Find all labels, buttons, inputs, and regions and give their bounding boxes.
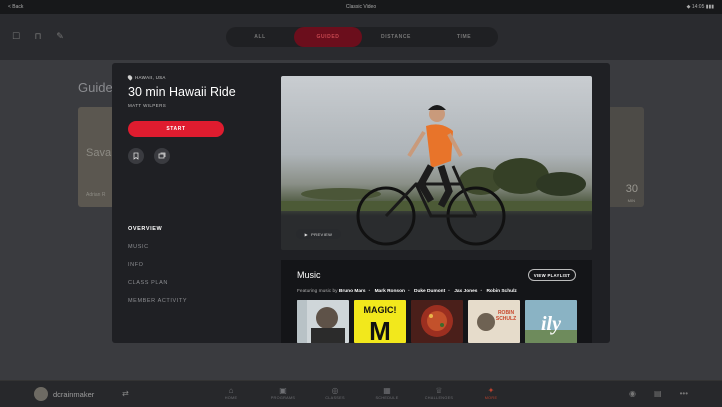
nav-classes[interactable]: ◎ CLASSES [309,385,361,400]
more-options-icon[interactable]: ••• [680,389,688,398]
switch-user-icon[interactable]: ⇄ [122,389,129,398]
class-preview-video[interactable]: ▶ PREVIEW [281,76,592,250]
featured-artists: Featuring music by Bruno Mars • Mark Rons… [297,289,517,294]
stack-icon [158,152,166,159]
background-card-duration: 30 [625,183,638,195]
nav-more[interactable]: ✦ MORE [465,385,517,400]
svg-text:ily: ily [541,313,561,335]
artist-name: Mark Ronson [374,289,405,294]
tab-guided[interactable]: GUIDED [294,27,362,47]
nav-class-plan[interactable]: CLASS PLAN [128,280,187,298]
edit-icon[interactable]: ✎ [54,30,66,42]
nav-programs[interactable]: ▣ PROGRAMS [257,385,309,400]
nav-info[interactable]: INFO [128,262,187,280]
svg-text:MAGIC!: MAGIC! [364,305,397,315]
nav-schedule[interactable]: ▦ SCHEDULE [361,385,413,400]
album-art[interactable]: MAGIC! M [354,300,406,343]
nav-label: HOME [224,396,238,400]
nav-overview[interactable]: OVERVIEW [128,226,187,244]
user-profile[interactable]: dcrainmaker [34,387,94,401]
class-info-pane: HAWAII, USA 30 min Hawaii Ride MATT WILP… [112,63,282,343]
detail-nav: OVERVIEW MUSIC INFO CLASS PLAN MEMBER AC… [128,226,187,316]
album-art[interactable] [297,300,349,343]
artist-name: Jax Jones [454,289,478,294]
nav-label: PROGRAMS [270,396,296,400]
background-card-duration-unit: MIN [627,198,635,203]
status-bar: < Back Classic Video ◆ 14:05 ▮▮▮ [0,0,722,14]
status-indicators: ◆ 14:05 ▮▮▮ [686,4,714,10]
bookmark-icon[interactable]: ☐ [10,30,22,42]
start-button[interactable]: START [128,121,224,137]
nav-home[interactable]: ⌂ HOME [205,385,257,400]
location-pin-icon [126,74,134,81]
status-title: Classic Video [345,4,377,10]
metrics-icon[interactable]: ▤ [654,389,662,398]
utility-icons: ◉ ▤ ••• [629,389,688,398]
home-icon: ⌂ [228,386,234,395]
nav-label: CLASSES [325,396,345,400]
preview-label: PREVIEW [311,231,333,237]
album-art[interactable]: ROBIN SCHULZ [468,300,520,343]
svg-text:SCHULZ: SCHULZ [496,316,516,322]
classes-icon: ◎ [331,386,339,395]
programs-icon: ▣ [279,386,287,395]
nav-label: MORE [484,396,498,400]
artist-name: Duke Dumont [413,289,446,294]
calendar-icon: ▦ [383,386,391,395]
class-title: 30 min Hawaii Ride [128,85,236,99]
instructor-name: MATT WILPERS [128,103,167,108]
nav-member-activity[interactable]: MEMBER ACTIVITY [128,298,187,316]
username: dcrainmaker [53,389,95,399]
album-art[interactable]: ily [525,300,577,343]
main-nav: ⌂ HOME ▣ PROGRAMS ◎ CLASSES ▦ SCHEDULE ♕… [205,385,517,400]
tab-distance[interactable]: DISTANCE [362,27,430,47]
play-icon: ▶ [304,231,309,237]
top-nav: ☐ ⊓ ✎ ALL GUIDED DISTANCE TIME [0,14,722,60]
trophy-icon: ♕ [435,386,443,395]
preview-button[interactable]: ▶ PREVIEW [296,229,341,239]
nav-label: SCHEDULE [375,396,399,400]
cyclist-image [281,105,592,250]
album-art[interactable] [411,300,463,343]
background-card-title: Sava [86,147,112,159]
back-link[interactable]: < Back [8,4,23,10]
add-to-stack-button[interactable] [154,148,170,164]
nav-music[interactable]: MUSIC [128,244,187,262]
tab-time[interactable]: TIME [430,27,498,47]
background-card-instructor: Adrian R [86,192,106,198]
music-section: Music VIEW PLAYLIST Featuring music by B… [281,260,592,343]
camera-icon[interactable]: ◉ [629,389,636,398]
filter-tabs: ALL GUIDED DISTANCE TIME [226,27,498,47]
class-detail-modal: HAWAII, USA 30 min Hawaii Ride MATT WILP… [112,63,610,343]
bookmark-button[interactable] [128,148,144,164]
avatar [34,387,48,401]
nav-challenges[interactable]: ♕ CHALLENGES [413,385,465,400]
location-label: HAWAII, USA [135,75,166,80]
nav-label: CHALLENGES [424,396,454,400]
tab-all[interactable]: ALL [226,27,294,47]
svg-text:M: M [369,316,391,343]
view-playlist-button[interactable]: VIEW PLAYLIST [528,269,576,281]
background-class-card-right[interactable]: 30 MIN [604,107,644,207]
location: HAWAII, USA [126,74,166,81]
music-title: Music [297,270,321,280]
featuring-prefix: Featuring music by [297,289,338,294]
bottom-nav-bar: dcrainmaker ⇄ ⌂ HOME ▣ PROGRAMS ◎ CLASSE… [0,380,722,407]
bookmark-icon [133,152,139,160]
artist-name: Bruno Mars [338,289,366,294]
lock-icon[interactable]: ⊓ [32,30,44,42]
album-row: MAGIC! M ROBIN SCHULZ ily [297,300,577,343]
more-icon: ✦ [487,386,495,395]
artist-name: Robin Schulz [486,289,517,294]
